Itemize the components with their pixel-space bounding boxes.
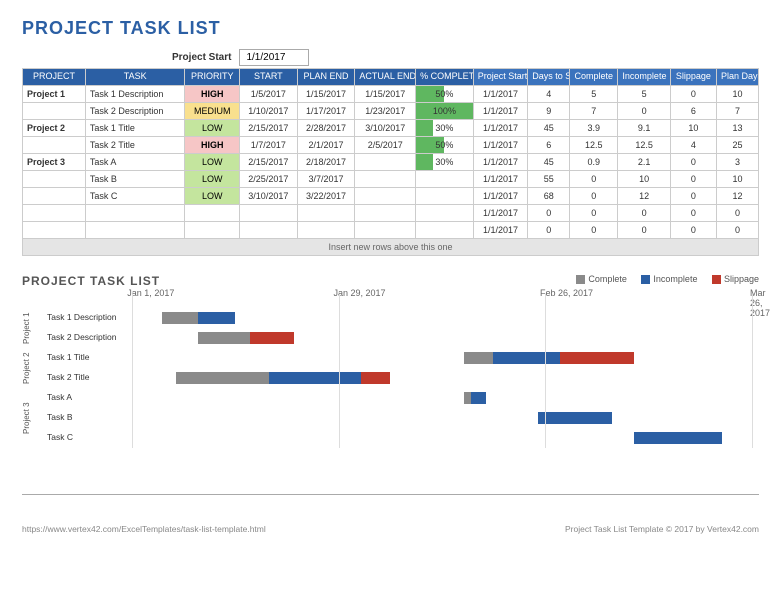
col-priority: PRIORITY <box>185 69 240 86</box>
gantt-row: Task 2 Description <box>132 328 759 348</box>
table-row[interactable]: 1/1/201700000 <box>23 204 759 221</box>
gantt-row: Task 1 Description <box>132 308 759 328</box>
col-days-to-start: Days to Start <box>528 69 570 86</box>
page-title: PROJECT TASK LIST <box>22 18 759 39</box>
table-row[interactable]: Project 2Task 1 TitleLOW2/15/20172/28/20… <box>23 119 759 136</box>
insert-row: Insert new rows above this one <box>23 238 759 255</box>
gantt-row: Task A <box>132 388 759 408</box>
col-complete: Complete <box>570 69 618 86</box>
legend-complete: Complete <box>588 274 627 284</box>
gantt-row: Task 2 Title <box>132 368 759 388</box>
legend-slippage: Slippage <box>724 274 759 284</box>
col-pct: % COMPLETE <box>416 69 474 86</box>
legend-complete-swatch <box>576 275 585 284</box>
col-incomplete: Incomplete <box>618 69 670 86</box>
table-row[interactable]: Task 2 TitleHIGH1/7/20172/1/20172/5/2017… <box>23 136 759 153</box>
legend-slippage-swatch <box>712 275 721 284</box>
gantt-row: Task B <box>132 408 759 428</box>
table-row[interactable]: Task BLOW2/25/20173/7/20171/1/2017550100… <box>23 170 759 187</box>
table-row[interactable]: Project 1Task 1 DescriptionHIGH1/5/20171… <box>23 85 759 102</box>
chart-legend: Complete Incomplete Slippage <box>564 274 759 284</box>
gantt-row: Task C <box>132 428 759 448</box>
gantt-chart: PROJECT TASK LIST Complete Incomplete Sl… <box>22 274 759 488</box>
col-project: PROJECT <box>23 69 86 86</box>
col-task: TASK <box>85 69 185 86</box>
col-actual-end: ACTUAL END <box>355 69 416 86</box>
chart-title: PROJECT TASK LIST <box>22 274 160 288</box>
task-table: PROJECT TASK PRIORITY START PLAN END ACT… <box>22 68 759 256</box>
col-start: START <box>240 69 298 86</box>
table-row[interactable]: Task 2 DescriptionMEDIUM1/10/20171/17/20… <box>23 102 759 119</box>
footer: https://www.vertex42.com/ExcelTemplates/… <box>22 520 759 534</box>
header-row: PROJECT TASK PRIORITY START PLAN END ACT… <box>23 69 759 86</box>
col-plan-days: Plan Days <box>716 69 758 86</box>
table-row[interactable]: 1/1/201700000 <box>23 221 759 238</box>
project-start-row: Project Start <box>22 49 759 66</box>
table-row[interactable]: Task CLOW3/10/20173/22/20171/1/201768012… <box>23 187 759 204</box>
chart-x-axis: Jan 1, 2017Jan 29, 2017Feb 26, 2017Mar 2… <box>132 288 759 302</box>
col-slippage: Slippage <box>670 69 716 86</box>
col-proj-start: Project Start <box>473 69 528 86</box>
footer-copyright: Project Task List Template © 2017 by Ver… <box>565 524 759 534</box>
table-row[interactable]: Project 3Task ALOW2/15/20172/18/201730%1… <box>23 153 759 170</box>
legend-incomplete: Incomplete <box>653 274 697 284</box>
project-start-input[interactable] <box>239 49 309 66</box>
footer-url: https://www.vertex42.com/ExcelTemplates/… <box>22 524 266 534</box>
gantt-row: Task 1 Title <box>132 348 759 368</box>
project-start-label: Project Start <box>172 52 231 63</box>
col-plan-end: PLAN END <box>297 69 355 86</box>
legend-incomplete-swatch <box>641 275 650 284</box>
